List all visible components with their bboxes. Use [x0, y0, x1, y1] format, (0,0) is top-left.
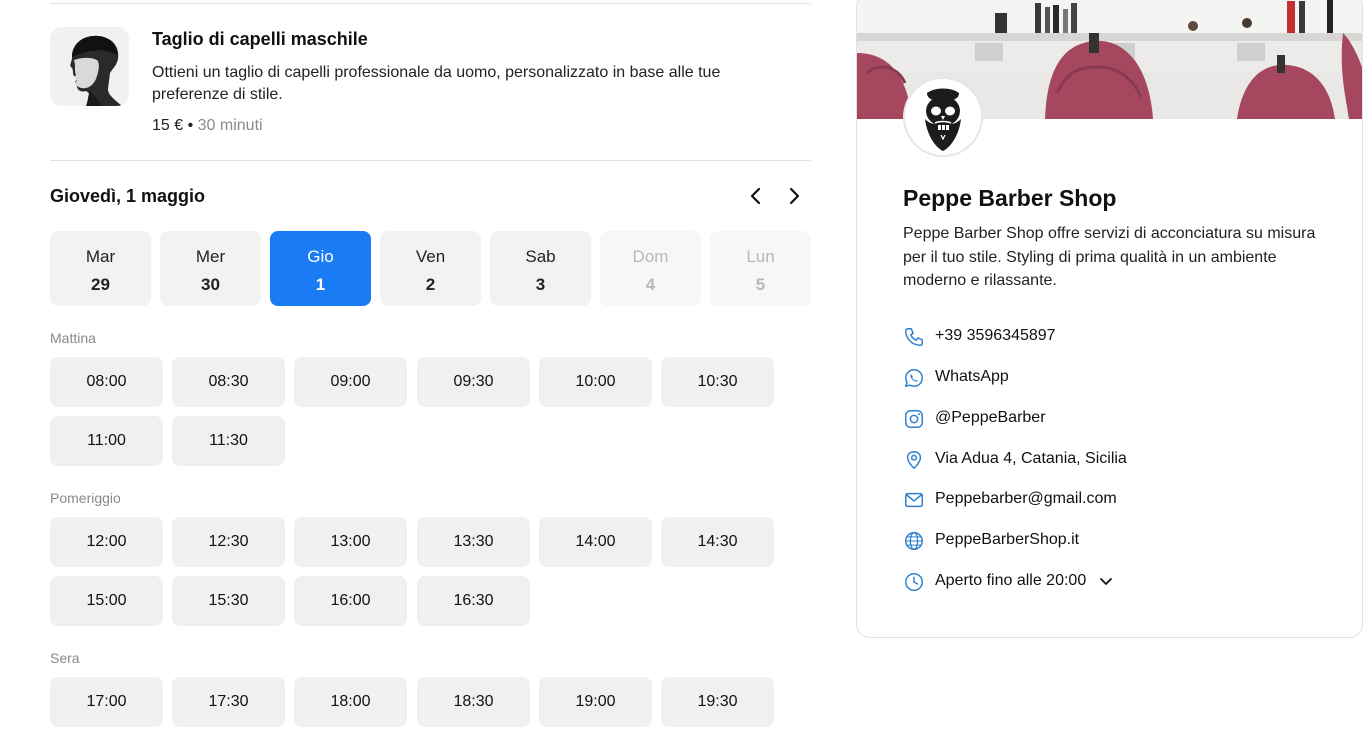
previous-week-button[interactable]: [744, 184, 768, 208]
time-slot[interactable]: 09:30: [417, 357, 530, 407]
time-slot[interactable]: 11:00: [50, 416, 163, 466]
day-number: 30: [201, 275, 220, 294]
chevron-down-icon: [1100, 578, 1112, 585]
time-slot[interactable]: 11:30: [172, 416, 285, 466]
service-thumbnail: [50, 27, 129, 106]
day-lun-5: Lun 5: [710, 231, 811, 306]
location-pin-icon: [906, 451, 922, 470]
time-slot[interactable]: 08:30: [172, 357, 285, 407]
instagram-row[interactable]: @PeppeBarber: [903, 407, 1343, 431]
service-title: Taglio di capelli maschile: [152, 29, 368, 49]
day-name: Dom: [632, 247, 669, 266]
time-slot[interactable]: 14:00: [539, 517, 652, 567]
service-card: Taglio di capelli maschile Ottieni un ta…: [50, 27, 811, 137]
shop-logo: [903, 77, 983, 157]
chevron-right-icon: [789, 187, 800, 205]
day-ven-2[interactable]: Ven 2: [380, 231, 481, 306]
globe-icon: [905, 532, 923, 550]
day-number: 4: [645, 275, 656, 294]
service-price: 15 €: [152, 117, 184, 134]
shop-name: Peppe Barber Shop: [903, 185, 1117, 211]
day-number: 5: [755, 275, 766, 294]
day-name: Gio: [307, 247, 334, 266]
clock-icon: [905, 573, 923, 591]
morning-label: Mattina: [50, 330, 96, 346]
time-slot[interactable]: 16:30: [417, 576, 530, 626]
shop-info-card: Peppe Barber Shop Peppe Barber Shop offr…: [856, 0, 1363, 638]
time-slot[interactable]: 15:30: [172, 576, 285, 626]
day-number: 3: [535, 275, 546, 294]
time-slot[interactable]: 08:00: [50, 357, 163, 407]
instagram-icon: [905, 410, 923, 428]
phone-icon: [905, 328, 923, 346]
day-name: Ven: [415, 247, 446, 266]
day-name: Sab: [525, 247, 556, 266]
phone-text: +39 3596345897: [935, 327, 1056, 344]
evening-label: Sera: [50, 650, 80, 666]
time-slot[interactable]: 09:00: [294, 357, 407, 407]
time-slot[interactable]: 18:00: [294, 677, 407, 727]
day-name: Mer: [195, 247, 226, 266]
day-mer-30[interactable]: Mer 30: [160, 231, 261, 306]
day-mar-29[interactable]: Mar 29: [50, 231, 151, 306]
website-row[interactable]: PeppeBarberShop.it: [903, 529, 1343, 553]
time-slot[interactable]: 17:00: [50, 677, 163, 727]
time-slot[interactable]: 18:30: [417, 677, 530, 727]
address-row[interactable]: Via Adua 4, Catania, Sicilia: [903, 448, 1343, 472]
email-text: Peppebarber@gmail.com: [935, 490, 1117, 507]
whatsapp-row[interactable]: WhatsApp: [903, 366, 1343, 390]
time-slot[interactable]: 12:00: [50, 517, 163, 567]
chevron-left-icon: [750, 187, 761, 205]
time-slot[interactable]: 13:00: [294, 517, 407, 567]
whatsapp-link: WhatsApp: [935, 368, 1009, 385]
divider: [50, 160, 811, 161]
day-gio-1[interactable]: Gio 1: [270, 231, 371, 306]
time-slot[interactable]: 13:30: [417, 517, 530, 567]
time-slot[interactable]: 15:00: [50, 576, 163, 626]
service-duration: 30 minuti: [197, 117, 263, 134]
day-sab-3[interactable]: Sab 3: [490, 231, 591, 306]
time-slot[interactable]: 14:30: [661, 517, 774, 567]
whatsapp-icon: [904, 369, 923, 388]
day-name: Lun: [746, 247, 775, 266]
time-slot[interactable]: 19:00: [539, 677, 652, 727]
bearded-skull-logo: [905, 79, 981, 155]
email-row[interactable]: Peppebarber@gmail.com: [903, 488, 1343, 512]
day-dom-4: Dom 4: [600, 231, 701, 306]
address-text: Via Adua 4, Catania, Sicilia: [935, 450, 1127, 467]
afternoon-label: Pomeriggio: [50, 490, 121, 506]
time-slot[interactable]: 16:00: [294, 576, 407, 626]
day-number: 29: [91, 275, 110, 294]
phone-row[interactable]: +39 3596345897: [903, 325, 1343, 349]
opening-hours-toggle[interactable]: Aperto fino alle 20:00: [903, 570, 1343, 594]
day-number: 2: [425, 275, 436, 294]
shop-description: Peppe Barber Shop offre servizi di accon…: [903, 225, 1316, 289]
opening-hours-text: Aperto fino alle 20:00: [935, 572, 1087, 589]
day-picker: Mar 29 Mer 30 Gio 1 Ven 2 Sab 3 Dom 4 Lun 5: [50, 231, 811, 306]
divider: [50, 3, 811, 4]
time-slot[interactable]: 19:30: [661, 677, 774, 727]
day-name: Mar: [85, 247, 116, 266]
mail-icon: [905, 492, 923, 508]
instagram-handle: @PeppeBarber: [935, 409, 1046, 426]
day-number: 1: [315, 275, 326, 294]
time-slot[interactable]: 12:30: [172, 517, 285, 567]
man-profile-illustration: [50, 27, 129, 106]
website-link: PeppeBarberShop.it: [935, 531, 1080, 548]
time-slot[interactable]: 17:30: [172, 677, 285, 727]
time-slot[interactable]: 10:30: [661, 357, 774, 407]
time-slot[interactable]: 10:00: [539, 357, 652, 407]
service-meta: 15 € • 30 minuti: [152, 117, 263, 135]
next-week-button[interactable]: [782, 184, 806, 208]
selected-date-label: Giovedì, 1 maggio: [50, 186, 206, 206]
meta-separator: •: [183, 117, 198, 134]
service-description: Ottieni un taglio di capelli professiona…: [152, 64, 721, 103]
